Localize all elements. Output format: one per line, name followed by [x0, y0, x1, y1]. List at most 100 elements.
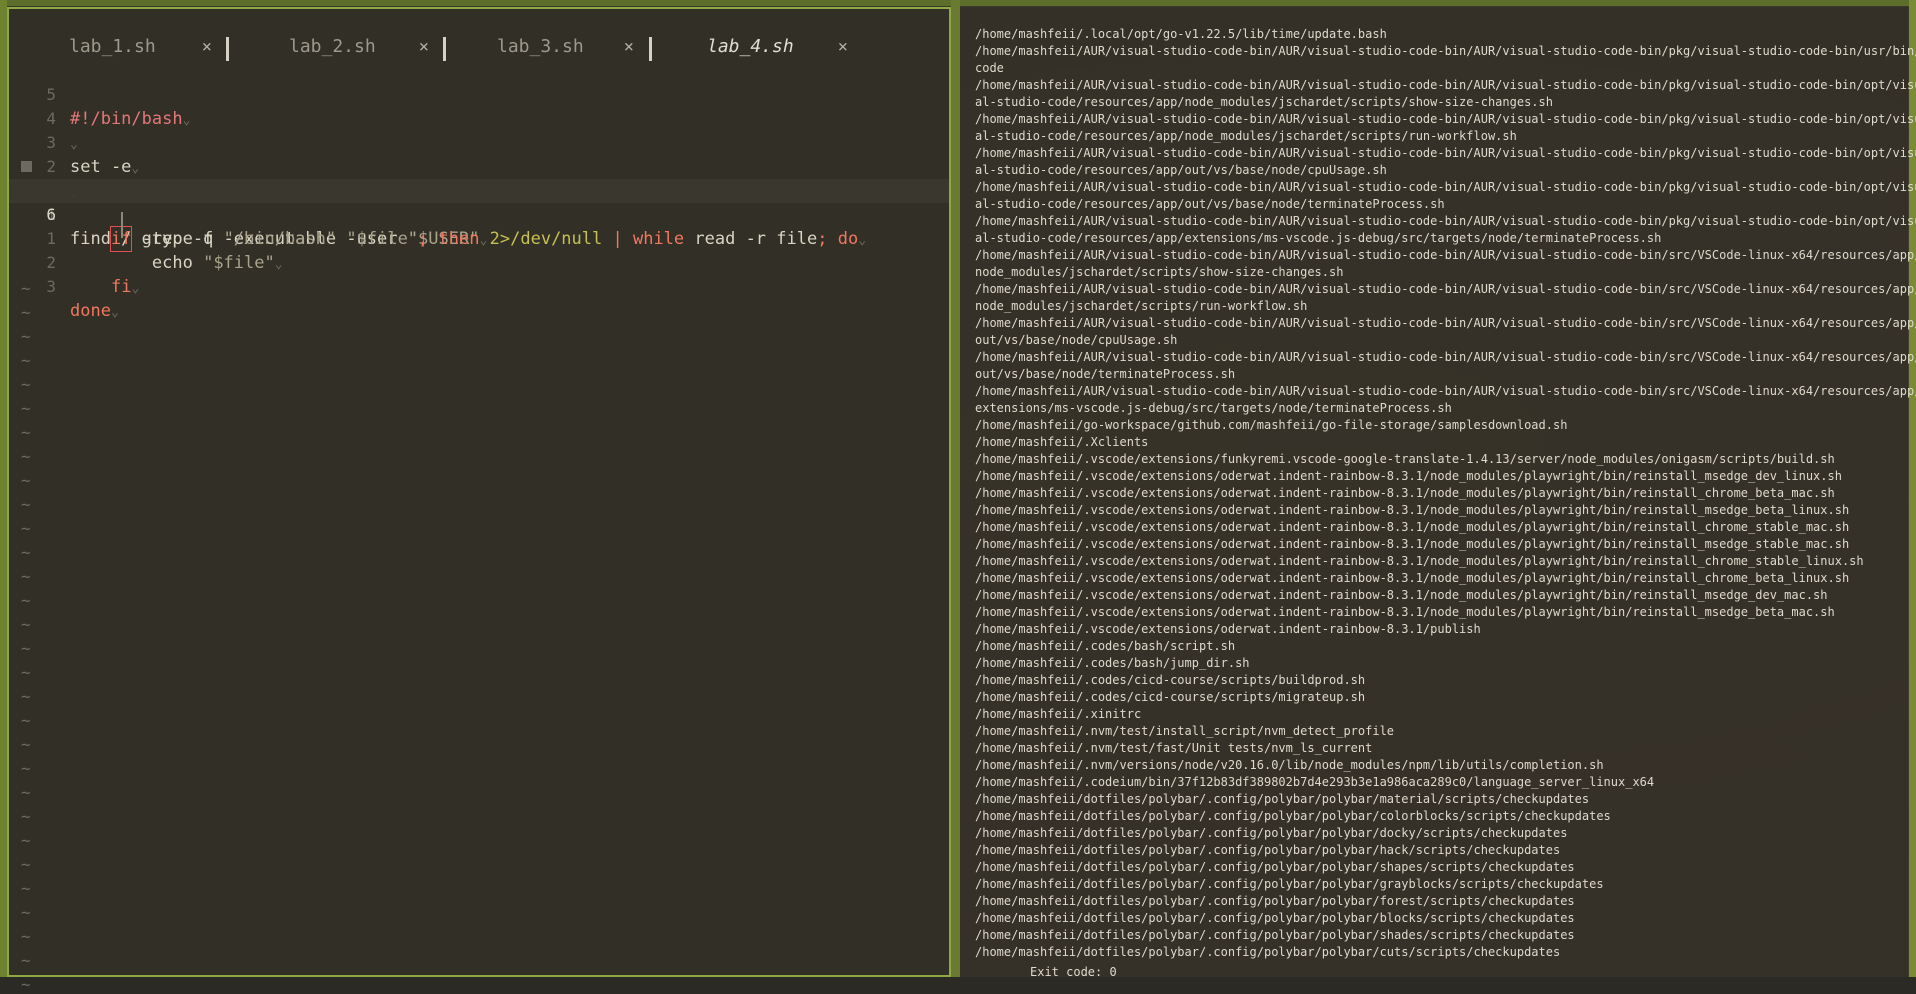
- output-line: al-studio-code/resources/app/out/vs/base…: [975, 197, 1445, 211]
- output-line: al-studio-code/resources/app/node_module…: [975, 95, 1553, 109]
- editor-pane[interactable]: lab_1.sh × lab_2.sh × lab_3.sh × lab_4.s…: [7, 7, 951, 994]
- output-line: /home/mashfeii/AUR/visual-studio-code-bi…: [975, 78, 1916, 92]
- output-line: /home/mashfeii/AUR/visual-studio-code-bi…: [975, 180, 1916, 194]
- code-area[interactable]: 5 #!/bin/bash⌄ 4 ⌄ 3 set -e⌄ 2 ⌄ 1 find …: [9, 59, 949, 321]
- output-line: /home/mashfeii/AUR/visual-studio-code-bi…: [975, 214, 1916, 228]
- output-line: /home/mashfeii/.vscode/extensions/oderwa…: [975, 469, 1842, 483]
- tilde-marker: ~: [21, 951, 31, 970]
- window-border-divider: [951, 0, 960, 977]
- code-line[interactable]: 3 done ⌄: [9, 251, 949, 321]
- output-line: /home/mashfeii/AUR/visual-studio-code-bi…: [975, 112, 1916, 126]
- output-line: /home/mashfeii/dotfiles/polybar/.config/…: [975, 928, 1575, 942]
- output-line: /home/mashfeii/dotfiles/polybar/.config/…: [975, 860, 1575, 874]
- output-line: /home/mashfeii/.vscode/extensions/oderwa…: [975, 605, 1835, 619]
- code-keyword: done: [70, 301, 111, 321]
- output-line: /home/mashfeii/AUR/visual-studio-code-bi…: [975, 44, 1916, 58]
- line-number: 3: [46, 277, 56, 296]
- indent-guide: [121, 212, 123, 238]
- output-line: /home/mashfeii/dotfiles/polybar/.config/…: [975, 826, 1568, 840]
- tilde-marker: ~: [21, 351, 31, 370]
- tilde-marker: ~: [21, 279, 31, 298]
- output-line: /home/mashfeii/dotfiles/polybar/.config/…: [975, 911, 1575, 925]
- output-line: /home/mashfeii/.vscode/extensions/oderwa…: [975, 554, 1864, 568]
- output-line: code: [975, 61, 1004, 75]
- output-line: /home/mashfeii/go-workspace/github.com/m…: [975, 418, 1568, 432]
- output-line: /home/mashfeii/.nvm/test/fast/Unit tests…: [975, 741, 1373, 755]
- tilde-marker: ~: [21, 567, 31, 586]
- output-line: /home/mashfeii/.codes/cicd-course/script…: [975, 690, 1366, 704]
- output-line: al-studio-code/resources/app/extensions/…: [975, 231, 1662, 245]
- tilde-marker: ~: [21, 639, 31, 658]
- output-line: /home/mashfeii/dotfiles/polybar/.config/…: [975, 945, 1561, 959]
- fold-icon[interactable]: [21, 161, 32, 172]
- tilde-marker: ~: [21, 711, 31, 730]
- output-line: /home/mashfeii/.vscode/extensions/oderwa…: [975, 486, 1835, 500]
- output-line: al-studio-code/resources/app/out/vs/base…: [975, 163, 1387, 177]
- output-line: extensions/ms-vscode.js-debug/src/target…: [975, 401, 1452, 415]
- code-line[interactable]: 5 #!/bin/bash⌄: [9, 59, 949, 129]
- tilde-marker: ~: [21, 423, 31, 442]
- output-line: /home/mashfeii/AUR/visual-studio-code-bi…: [975, 248, 1916, 262]
- code-line[interactable]: 2 fi⌄: [9, 227, 949, 297]
- current-line[interactable]: 6 if grep -q "/bin/bash" "$file"; then⌄: [9, 179, 949, 252]
- tilde-marker: ~: [21, 471, 31, 490]
- tilde-marker: ~: [21, 495, 31, 514]
- tilde-marker: ~: [21, 903, 31, 922]
- output-line: /home/mashfeii/.Xclients: [975, 435, 1149, 449]
- output-line: /home/mashfeii/.codes/bash/jump_dir.sh: [975, 656, 1250, 670]
- output-line: /home/mashfeii/.vscode/extensions/oderwa…: [975, 537, 1850, 551]
- tilde-marker: ~: [21, 975, 31, 994]
- output-line: /home/mashfeii/.local/opt/go-v1.22.5/lib…: [975, 27, 1387, 41]
- tilde-marker: ~: [21, 327, 31, 346]
- tilde-marker: ~: [21, 399, 31, 418]
- window-border-left: [0, 0, 7, 977]
- code-line[interactable]: 2 ⌄: [9, 131, 949, 200]
- output-line: /home/mashfeii/dotfiles/polybar/.config/…: [975, 877, 1604, 891]
- output-line: node_modules/jschardet/scripts/run-workf…: [975, 299, 1308, 313]
- tilde-marker: ~: [21, 375, 31, 394]
- output-line: /home/mashfeii/dotfiles/polybar/.config/…: [975, 809, 1611, 823]
- tilde-marker: ~: [21, 735, 31, 754]
- tilde-marker: ~: [21, 879, 31, 898]
- output-line: /home/mashfeii/.nvm/test/install_script/…: [975, 724, 1395, 738]
- output-line: al-studio-code/resources/app/node_module…: [975, 129, 1517, 143]
- code-keyword: fi: [110, 277, 132, 297]
- output-line: /home/mashfeii/.codes/bash/script.sh: [975, 639, 1236, 653]
- tilde-marker: ~: [21, 615, 31, 634]
- output-line: /home/mashfeii/.xinitrc: [975, 707, 1142, 721]
- output-line: /home/mashfeii/AUR/visual-studio-code-bi…: [975, 384, 1916, 398]
- terminal-pane[interactable]: /home/mashfeii/.local/opt/go-v1.22.5/lib…: [960, 7, 1916, 979]
- output-line: /home/mashfeii/.vscode/extensions/oderwa…: [975, 622, 1481, 636]
- output-line: /home/mashfeii/dotfiles/polybar/.config/…: [975, 894, 1575, 908]
- output-line: node_modules/jschardet/scripts/show-size…: [975, 265, 1344, 279]
- eol-marker: ⌄: [131, 281, 140, 296]
- output-line: /home/mashfeii/dotfiles/polybar/.config/…: [975, 792, 1590, 806]
- output-line: out/vs/base/node/cpuUsage.sh: [975, 333, 1178, 347]
- output-line: /home/mashfeii/.codeium/bin/37f12b83df38…: [975, 775, 1655, 789]
- code-line[interactable]: 1 find / -type f -executable -user "$USE…: [9, 155, 949, 249]
- output-line: /home/mashfeii/.vscode/extensions/oderwa…: [975, 520, 1850, 534]
- tilde-marker: ~: [21, 519, 31, 538]
- output-line: /home/mashfeii/AUR/visual-studio-code-bi…: [975, 146, 1916, 160]
- tilde-marker: ~: [21, 831, 31, 850]
- output-line: /home/mashfeii/AUR/visual-studio-code-bi…: [975, 282, 1916, 296]
- code-line[interactable]: 4 ⌄: [9, 83, 949, 152]
- tilde-marker: ~: [21, 687, 31, 706]
- output-line: out/vs/base/node/terminateProcess.sh: [975, 367, 1236, 381]
- code-line[interactable]: 1 echo "$file"⌄: [9, 203, 949, 273]
- tilde-marker: ~: [21, 591, 31, 610]
- tilde-marker: ~: [21, 447, 31, 466]
- tilde-marker: ~: [21, 855, 31, 874]
- tilde-marker: ~: [21, 303, 31, 322]
- tilde-marker: ~: [21, 783, 31, 802]
- output-line: /home/mashfeii/.vscode/extensions/oderwa…: [975, 588, 1828, 602]
- tilde-marker: ~: [21, 927, 31, 946]
- tilde-marker: ~: [21, 759, 31, 778]
- code-line[interactable]: 3 set -e⌄: [9, 107, 949, 177]
- output-line: /home/mashfeii/dotfiles/polybar/.config/…: [975, 843, 1561, 857]
- output-line: /home/mashfeii/AUR/visual-studio-code-bi…: [975, 350, 1916, 364]
- output-line: /home/mashfeii/.vscode/extensions/oderwa…: [975, 571, 1850, 585]
- tilde-marker: ~: [21, 543, 31, 562]
- output-line: /home/mashfeii/.nvm/versions/node/v20.16…: [975, 758, 1604, 772]
- tilde-marker: ~: [21, 663, 31, 682]
